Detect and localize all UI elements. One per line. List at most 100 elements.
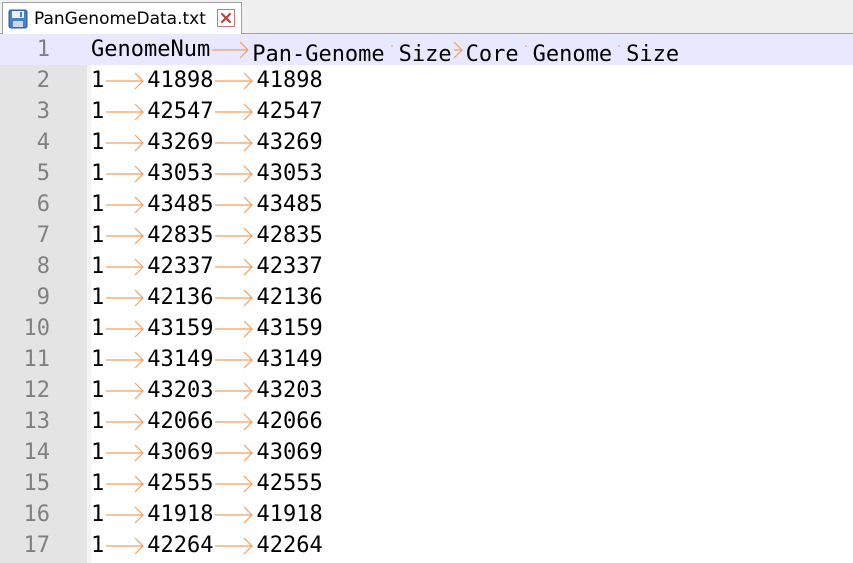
line-content: 1 42547 42547 (91, 96, 323, 127)
text-line[interactable]: 9 1 42136 42136 (0, 282, 853, 313)
pan-genome-size-cell: 42835 (147, 223, 214, 248)
tab-arrow-icon (104, 158, 147, 189)
line-content: 1 42264 42264 (91, 530, 323, 561)
tab-arrow-icon (213, 220, 256, 251)
pan-genome-size-cell: 41898 (147, 68, 214, 93)
tab-arrow-icon (213, 282, 256, 313)
line-number: 6 (36, 192, 50, 217)
header-cell: GenomeNum (91, 37, 211, 62)
tab-arrow-icon (104, 406, 147, 437)
pan-genome-size-cell: 41918 (147, 502, 214, 527)
text-line[interactable]: 17 1 42264 42264 (0, 530, 853, 561)
pan-genome-size-cell: 42555 (147, 471, 214, 496)
genome-num-cell: 1 (91, 99, 105, 124)
text-line[interactable]: 2 1 41898 41898 (0, 65, 853, 96)
genome-num-cell: 1 (91, 533, 105, 558)
save-disk-icon (7, 8, 29, 30)
tab-arrow-icon (213, 65, 256, 96)
line-number: 10 (23, 316, 51, 341)
tab-arrow-icon (104, 344, 147, 375)
current-line[interactable]: 1 GenomeNum Pan-Genome Size Core Genome Size (0, 34, 853, 67)
line-number: 2 (36, 68, 50, 93)
tab-arrow-icon (213, 406, 256, 437)
tab-arrow-icon (213, 251, 256, 282)
tab-arrow-icon (104, 127, 147, 158)
genome-num-cell: 1 (91, 285, 105, 310)
line-content: 1 43269 43269 (91, 127, 323, 158)
pan-genome-size-cell: 43069 (147, 440, 214, 465)
line-content: 1 43203 43203 (91, 375, 323, 406)
pan-genome-size-cell: 43053 (147, 161, 214, 186)
line-number: 5 (36, 161, 50, 186)
tab-arrow-icon (104, 96, 147, 127)
text-line[interactable]: 13 1 42066 42066 (0, 406, 853, 437)
line-content: 1 41918 41918 (91, 499, 323, 530)
text-line[interactable]: 16 1 41918 41918 (0, 499, 853, 530)
line-number: 11 (23, 347, 51, 372)
tab-arrow-icon (104, 437, 147, 468)
line-content: 1 42835 42835 (91, 220, 323, 251)
tab-arrow-icon (213, 158, 256, 189)
tab-arrow-icon (452, 34, 466, 65)
pan-genome-size-cell: 42264 (147, 533, 214, 558)
line-number: 3 (36, 99, 50, 124)
line-content: 1 42066 42066 (91, 406, 323, 437)
pan-genome-size-cell: 42547 (147, 99, 214, 124)
space-marker (385, 30, 399, 61)
editor-area[interactable]: 1 GenomeNum Pan-Genome Size Core Genome Size 2 1… (0, 34, 853, 563)
line-content: 1 42555 42555 (91, 468, 323, 499)
text-line[interactable]: 8 1 42337 42337 (0, 251, 853, 282)
line-number: 17 (23, 533, 51, 558)
line-number: 16 (23, 502, 51, 527)
line-number: 13 (23, 409, 51, 434)
line-content: 1 42136 42136 (91, 282, 323, 313)
core-genome-size-cell: 42555 (256, 471, 323, 496)
pan-genome-size-cell: 42337 (147, 254, 214, 279)
tab-arrow-icon (210, 34, 252, 65)
tab-arrow-icon (104, 65, 147, 96)
space-marker (612, 30, 626, 61)
core-genome-size-cell: 42264 (256, 533, 323, 558)
line-number: 14 (23, 440, 51, 465)
tab-arrow-icon (213, 189, 256, 220)
core-genome-size-cell: 42136 (256, 285, 323, 310)
header-cell: Core Genome Size (466, 30, 679, 70)
tab-arrow-icon (104, 375, 147, 406)
text-line[interactable]: 14 1 43069 43069 (0, 437, 853, 468)
text-line[interactable]: 7 1 42835 42835 (0, 220, 853, 251)
core-genome-size-cell: 42337 (256, 254, 323, 279)
text-line[interactable]: 6 1 43485 43485 (0, 189, 853, 220)
genome-num-cell: 1 (91, 409, 105, 434)
core-genome-size-cell: 43053 (256, 161, 323, 186)
tab-arrow-icon (104, 189, 147, 220)
tab-arrow-icon (104, 282, 147, 313)
space-marker (519, 30, 533, 61)
header-cell: Pan-Genome Size (252, 30, 451, 70)
genome-num-cell: 1 (91, 254, 105, 279)
core-genome-size-cell: 42066 (256, 409, 323, 434)
file-tab[interactable]: PanGenomeData.txt (2, 2, 242, 34)
text-line[interactable]: 4 1 43269 43269 (0, 127, 853, 158)
text-line[interactable]: 3 1 42547 42547 (0, 96, 853, 127)
tab-arrow-icon (104, 313, 147, 344)
genome-num-cell: 1 (91, 378, 105, 403)
line-number: 12 (23, 378, 51, 403)
genome-num-cell: 1 (91, 347, 105, 372)
line-content: 1 43149 43149 (91, 344, 323, 375)
text-line[interactable]: 15 1 42555 42555 (0, 468, 853, 499)
text-line[interactable]: 11 1 43149 43149 (0, 344, 853, 375)
tab-arrow-icon (213, 375, 256, 406)
text-line[interactable]: 12 1 43203 43203 (0, 375, 853, 406)
pan-genome-size-cell: 43485 (147, 192, 214, 217)
tab-arrow-icon (104, 530, 147, 561)
text-line[interactable]: 5 1 43053 43053 (0, 158, 853, 189)
pan-genome-size-cell: 43269 (147, 130, 214, 155)
genome-num-cell: 1 (91, 130, 105, 155)
tab-arrow-icon (213, 96, 256, 127)
genome-num-cell: 1 (91, 440, 105, 465)
core-genome-size-cell: 41918 (256, 502, 323, 527)
tab-arrow-icon (213, 127, 256, 158)
tab-arrow-icon (213, 344, 256, 375)
close-icon[interactable] (217, 9, 235, 27)
text-line[interactable]: 10 1 43159 43159 (0, 313, 853, 344)
